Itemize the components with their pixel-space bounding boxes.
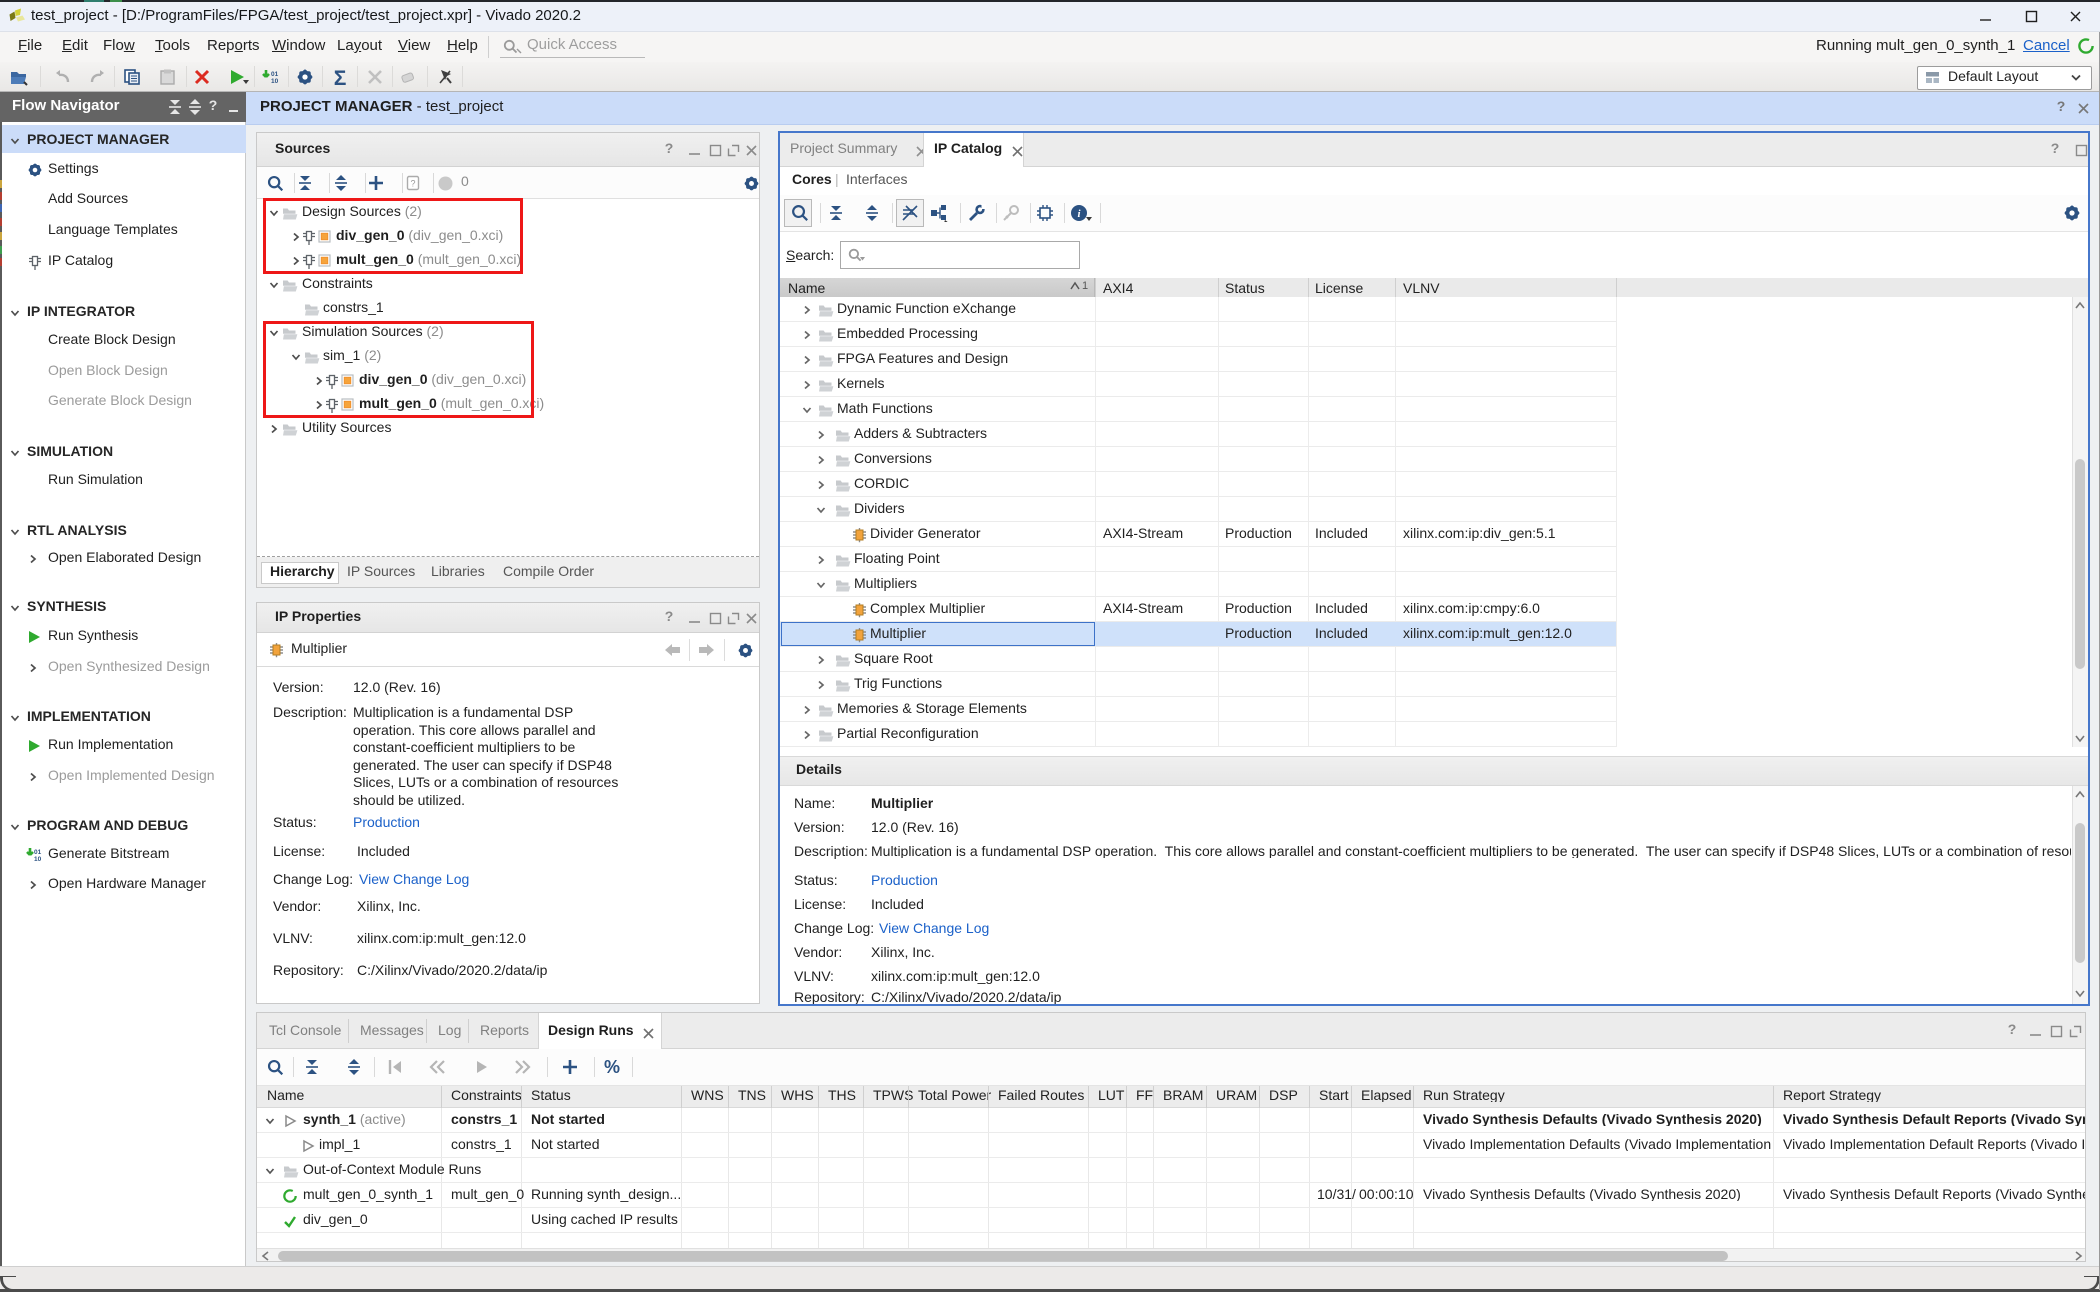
svg-text:01: 01	[34, 849, 42, 856]
svg-text:10: 10	[271, 78, 279, 85]
svg-text:01: 01	[271, 71, 279, 78]
svg-text:?: ?	[410, 179, 415, 189]
svg-text:10: 10	[34, 856, 42, 863]
